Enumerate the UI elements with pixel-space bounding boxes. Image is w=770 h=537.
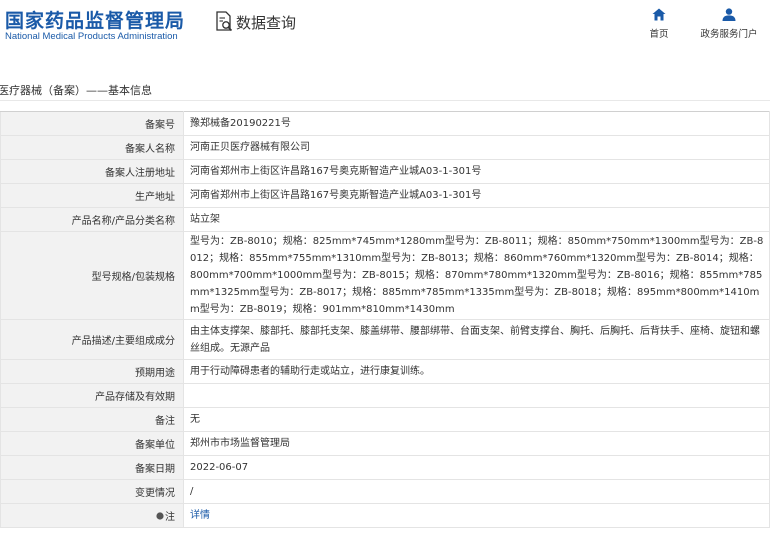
table-row: 备案单位 郑州市市场监督管理局 [0, 431, 770, 456]
table-row: 生产地址 河南省郑州市上街区许昌路167号奥克斯智造产业城A03-1-301号 [0, 183, 770, 208]
table-row: 变更情况 / [0, 479, 770, 504]
field-label: 备案日期 [0, 455, 184, 480]
page-title-bar: 医疗器械（备案）——基本信息 [0, 79, 770, 101]
table-row: 备案人名称 河南正贝医疗器械有限公司 [0, 135, 770, 160]
field-label: 预期用途 [0, 359, 184, 384]
field-value [183, 383, 770, 408]
nav-home-label: 首页 [649, 29, 669, 40]
table-row: 备案日期 2022-06-07 [0, 455, 770, 480]
field-value: 2022-06-07 [183, 455, 770, 480]
field-label: 备案人注册地址 [0, 159, 184, 184]
field-label: 变更情况 [0, 479, 184, 504]
field-label: 备案人名称 [0, 135, 184, 160]
field-label: 备案号 [0, 111, 184, 136]
note-label: 注 [165, 512, 175, 523]
field-value: 河南省郑州市上街区许昌路167号奥克斯智造产业城A03-1-301号 [183, 183, 770, 208]
field-value: 河南省郑州市上街区许昌路167号奥克斯智造产业城A03-1-301号 [183, 159, 770, 184]
record-info-table: 备案号 豫郑械备20190221号 备案人名称 河南正贝医疗器械有限公司 备案人… [0, 111, 770, 528]
field-label: 产品描述/主要组成成分 [0, 319, 184, 360]
nav-service-label: 政务服务门户 [700, 29, 758, 40]
field-value: / [183, 479, 770, 504]
site-logo-title[interactable]: 国家药品监督管理局 [5, 6, 185, 33]
site-logo-subtitle[interactable]: National Medical Products Administration [5, 31, 178, 42]
table-row: 型号规格/包装规格 型号为：ZB-8010；规格：825mm*745mm*128… [0, 231, 770, 320]
table-row: 预期用途 用于行动障碍患者的辅助行走或站立，进行康复训练。 [0, 359, 770, 384]
field-value: 郑州市市场监督管理局 [183, 431, 770, 456]
field-label: 产品存储及有效期 [0, 383, 184, 408]
field-value: 河南正贝医疗器械有限公司 [183, 135, 770, 160]
field-value: 由主体支撑架、膝部托、膝部托支架、膝盖绑带、腰部绑带、台面支架、前臂支撑台、胸托… [183, 319, 770, 360]
data-query-label: 数据查询 [236, 13, 297, 32]
note-value-cell: 详情 [183, 503, 770, 528]
details-link[interactable]: 详情 [190, 510, 210, 521]
table-row: 产品描述/主要组成成分 由主体支撑架、膝部托、膝部托支架、膝盖绑带、腰部绑带、台… [0, 319, 770, 360]
table-row: 备案号 豫郑械备20190221号 [0, 111, 770, 136]
field-label: 备注 [0, 407, 184, 432]
site-header: 国家药品监督管理局 National Medical Products Admi… [0, 0, 770, 60]
field-value: 型号为：ZB-8010；规格：825mm*745mm*1280mm型号为：ZB-… [183, 231, 770, 320]
table-row: 备注 无 [0, 407, 770, 432]
field-label: 生产地址 [0, 183, 184, 208]
field-value: 站立架 [183, 207, 770, 232]
table-row: 备案人注册地址 河南省郑州市上街区许昌路167号奥克斯智造产业城A03-1-30… [0, 159, 770, 184]
user-icon [722, 8, 736, 21]
nav-home[interactable]: 首页 [643, 8, 675, 40]
document-search-icon [216, 11, 233, 32]
table-row: 注 详情 [0, 503, 770, 528]
note-label-cell: 注 [0, 503, 184, 528]
nav-service-portal[interactable]: 政务服务门户 [696, 8, 762, 40]
field-label: 备案单位 [0, 431, 184, 456]
field-value: 无 [183, 407, 770, 432]
home-icon [652, 8, 666, 21]
table-row: 产品名称/产品分类名称 站立架 [0, 207, 770, 232]
data-query-heading: 数据查询 [214, 10, 296, 34]
field-label: 产品名称/产品分类名称 [0, 207, 184, 232]
page-title: 医疗器械（备案）——基本信息 [0, 84, 152, 97]
field-value: 用于行动障碍患者的辅助行走或站立，进行康复训练。 [183, 359, 770, 384]
field-value: 豫郑械备20190221号 [183, 111, 770, 136]
table-row: 产品存储及有效期 [0, 383, 770, 408]
note-bullet-icon [156, 512, 164, 520]
field-label: 型号规格/包装规格 [0, 231, 184, 320]
